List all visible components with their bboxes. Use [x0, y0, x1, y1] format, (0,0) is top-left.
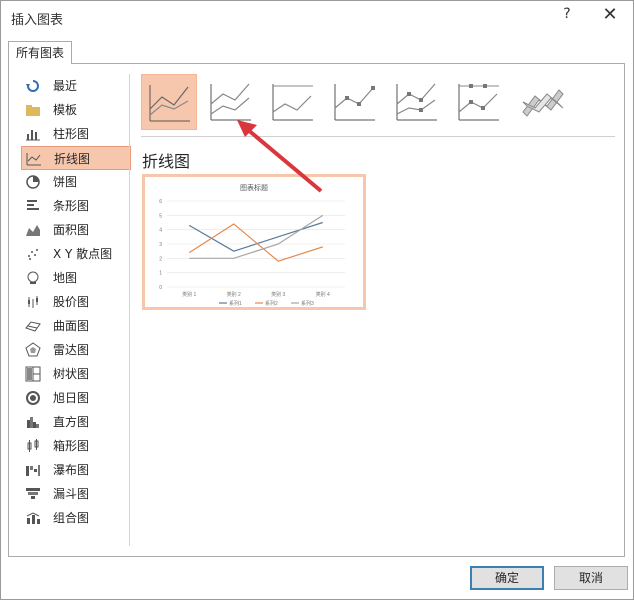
sidebar-item-label: X Y 散点图 [53, 247, 113, 261]
subtype-100-stacked-line-markers[interactable] [451, 74, 507, 130]
sidebar-item-label: 折线图 [54, 152, 91, 166]
treemap-chart-icon [25, 366, 41, 382]
chart-preview[interactable]: 图表标题 0 1 2 3 4 5 6 类别 1 类别 2 类别 3 类别 4 系列1 系列2 系列3 [142, 174, 366, 310]
sidebar-item-label: 树状图 [53, 367, 90, 381]
funnel-chart-icon [26, 488, 40, 499]
sidebar-item-line-chart[interactable]: 折线图 [21, 146, 131, 170]
sidebar-item-label: 瀑布图 [53, 463, 90, 477]
sidebar-item-label: 旭日图 [53, 391, 90, 405]
subtype-stacked-line[interactable] [203, 74, 259, 130]
subtype-3d-line[interactable] [513, 74, 569, 130]
subtype-stacked-line-markers[interactable] [389, 74, 445, 130]
stock-chart-icon [28, 296, 38, 308]
sidebar-item-label: 曲面图 [53, 319, 90, 333]
sidebar-item-bar-chart[interactable]: 条形图 [21, 194, 131, 218]
sidebar-item-recent[interactable]: 最近 [21, 74, 131, 98]
x-tick-label: 类别 3 [271, 291, 285, 298]
dialog-title: 插入图表 [11, 13, 64, 28]
preview-chart: 图表标题 0 1 2 3 4 5 6 类别 1 类别 2 类别 3 类别 4 系列1 系列2 系列3 [159, 183, 345, 307]
sidebar-item-label: 柱形图 [53, 127, 90, 141]
sidebar-item-label: 模板 [53, 103, 78, 117]
sidebar-item-area-chart[interactable]: 面积图 [21, 218, 131, 242]
sidebar-item-histogram-chart[interactable]: 直方图 [21, 410, 131, 434]
sidebar-item-label: 饼图 [53, 175, 78, 189]
cancel-button[interactable]: 取消 [554, 566, 628, 590]
sidebar-item-scatter-chart[interactable]: X Y 散点图 [21, 242, 131, 266]
sidebar-item-label: 面积图 [53, 223, 90, 237]
pie-chart-icon [26, 175, 40, 189]
insert-chart-dialog: 插入图表 ? ✕ 所有图表 最近模板柱形图折线图饼图条形图面积图 X Y 散点图地… [0, 0, 634, 600]
column-chart-icon [26, 130, 40, 141]
vertical-divider [129, 74, 130, 546]
x-tick-label: 类别 2 [227, 291, 241, 298]
area-chart-icon [26, 225, 40, 236]
waterfall-chart-icon [26, 465, 40, 476]
title-bar: 插入图表 ? ✕ [1, 1, 633, 33]
surface-chart-icon [25, 321, 41, 332]
series-line [188, 221, 323, 252]
legend-label: 系列1 [229, 300, 242, 307]
subtype-100-stacked-line[interactable] [265, 74, 321, 130]
folder-icon [26, 105, 40, 116]
sidebar-item-map-chart[interactable]: 地图 [21, 266, 131, 290]
recent-icon [26, 80, 39, 92]
radar-chart-icon [25, 342, 41, 357]
sidebar-item-waterfall-chart[interactable]: 瀑布图 [21, 458, 131, 482]
line-chart-icon [26, 153, 41, 166]
x-tick-label: 类别 4 [316, 291, 330, 298]
sidebar-item-pie-chart[interactable]: 饼图 [21, 170, 131, 194]
histogram-chart-icon [27, 417, 39, 428]
sidebar-item-stock-chart[interactable]: 股价图 [21, 290, 131, 314]
subtype-line-markers[interactable] [327, 74, 383, 130]
sidebar-item-treemap-chart[interactable]: 树状图 [21, 362, 131, 386]
y-tick-label: 1 [159, 271, 162, 277]
help-button[interactable]: ? [557, 6, 577, 26]
legend-label: 系列3 [301, 300, 314, 307]
y-tick-label: 5 [159, 213, 162, 219]
sidebar-item-label: 雷达图 [53, 343, 90, 357]
sidebar-item-funnel-chart[interactable]: 漏斗图 [21, 482, 131, 506]
sidebar-item-surface-chart[interactable]: 曲面图 [21, 314, 131, 338]
chart-panel: 最近模板柱形图折线图饼图条形图面积图 X Y 散点图 地图股价图曲面图雷达图树状图旭… [8, 63, 625, 557]
map-chart-icon [27, 271, 39, 284]
sidebar-item-combo-chart[interactable]: 组合图 [21, 506, 131, 530]
sidebar-item-box-whisker-chart[interactable]: 箱形图 [21, 434, 131, 458]
sidebar-item-label: 地图 [53, 271, 78, 285]
chart-category-list: 最近模板柱形图折线图饼图条形图面积图 X Y 散点图 地图股价图曲面图雷达图树状图旭… [21, 74, 131, 530]
sidebar-item-label: 股价图 [53, 295, 90, 309]
y-tick-label: 3 [159, 242, 162, 248]
sidebar-item-label: 最近 [53, 79, 78, 93]
y-tick-label: 2 [159, 256, 162, 262]
subtype-line[interactable] [141, 74, 197, 130]
ok-button[interactable]: 确定 [470, 566, 544, 590]
sidebar-item-label: 箱形图 [53, 439, 90, 453]
chart-title: 图表标题 [240, 183, 268, 192]
scatter-chart-icon [28, 249, 38, 260]
sunburst-chart-icon [26, 391, 40, 405]
close-button[interactable]: ✕ [599, 4, 621, 26]
sidebar-item-label: 直方图 [53, 415, 90, 429]
x-tick-label: 类别 1 [182, 291, 196, 298]
tab-all-charts[interactable]: 所有图表 [8, 41, 72, 64]
sidebar-item-label: 漏斗图 [53, 487, 90, 501]
y-tick-label: 6 [159, 199, 162, 205]
section-title: 折线图 [142, 152, 191, 171]
sidebar-item-column-chart[interactable]: 柱形图 [21, 122, 131, 146]
sidebar-item-label: 组合图 [53, 511, 90, 525]
horizontal-divider [141, 136, 615, 137]
bar-chart-icon [27, 200, 39, 210]
sidebar-item-folder[interactable]: 模板 [21, 98, 131, 122]
box-whisker-chart-icon [27, 439, 39, 452]
sidebar-item-sunburst-chart[interactable]: 旭日图 [21, 386, 131, 410]
combo-chart-icon [26, 512, 40, 524]
sidebar-item-label: 条形图 [53, 199, 90, 213]
sidebar-item-radar-chart[interactable]: 雷达图 [21, 338, 131, 362]
y-tick-label: 4 [159, 228, 162, 234]
legend-label: 系列2 [265, 300, 278, 307]
y-tick-label: 0 [159, 285, 162, 291]
